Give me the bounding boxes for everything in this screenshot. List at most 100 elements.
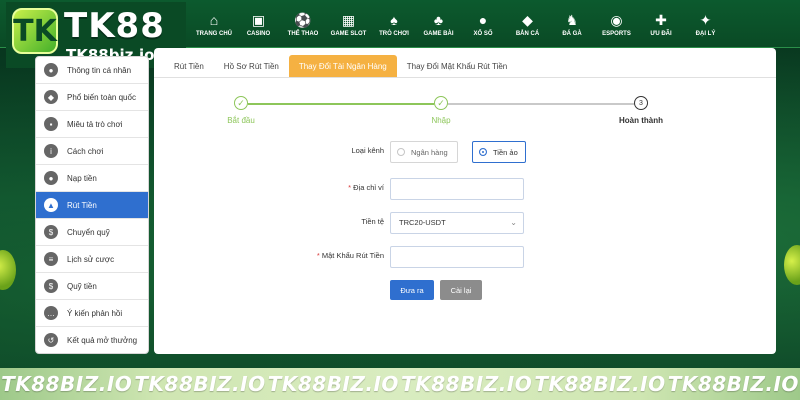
- agent-icon: ✦: [699, 11, 712, 28]
- watermark-text: TK88BIZ.IO: [401, 372, 533, 396]
- gamepad-icon: ◉: [610, 11, 623, 28]
- nav-item[interactable]: ✦ ĐẠI LÝ: [684, 0, 728, 48]
- nav-item-label: THỂ THAO: [287, 30, 319, 37]
- password-row: * Mật Khẩu Rút Tiền: [154, 246, 776, 268]
- sidebar-item[interactable]: ▪ Miêu tả trò chơi: [36, 111, 148, 138]
- option-crypto-label: Tiền ảo: [493, 147, 518, 157]
- diamond-icon: ◆: [44, 90, 58, 104]
- nav-item-label: GAME BÀI: [423, 30, 454, 37]
- nav-item[interactable]: ◉ ESPORTS: [595, 0, 639, 48]
- logo-name: TK88: [64, 6, 165, 46]
- tab[interactable]: Hồ Sơ Rút Tiền: [214, 55, 289, 77]
- sidebar-item-label: Ý kiến phản hồi: [67, 308, 123, 318]
- sidebar-item-label: Phổ biến toàn quốc: [67, 92, 136, 102]
- lottery-icon: ●: [478, 11, 488, 28]
- step-line-1: [248, 103, 434, 105]
- nav-item-label: CASINO: [246, 30, 271, 37]
- sidebar-item[interactable]: $ Chuyển quỹ: [36, 219, 148, 246]
- nav-item-label: ĐẠI LÝ: [695, 30, 716, 37]
- account-type-row: Loại kênh Ngân hàng Tiền ảo: [154, 141, 776, 163]
- sidebar-item[interactable]: … Ý kiến phản hồi: [36, 300, 148, 327]
- sidebar-item[interactable]: ▲ Rút Tiền: [36, 192, 148, 219]
- nav-item[interactable]: ♞ ĐÁ GÀ: [550, 0, 594, 48]
- nav-item-label: GAME SLOT: [330, 30, 367, 37]
- soccer-icon: ⚽: [294, 11, 312, 28]
- step-line-2: [448, 103, 634, 105]
- card-icon: ♠: [390, 11, 398, 28]
- sidebar-item[interactable]: ↺ Kết quả mở thưởng: [36, 327, 148, 353]
- currency-select[interactable]: TRC20-USDT ⌄: [390, 212, 524, 234]
- account-type-label: Loại kênh: [351, 146, 384, 155]
- wallet-address-input[interactable]: [390, 178, 524, 200]
- option-bank[interactable]: Ngân hàng: [390, 141, 458, 163]
- feedback-icon: …: [44, 306, 58, 320]
- casino-icon: ▣: [251, 11, 266, 28]
- dollar-icon: $: [44, 225, 58, 239]
- sidebar-item-label: Chuyển quỹ: [67, 227, 110, 237]
- currency-label: Tiền tệ: [361, 217, 384, 226]
- step-label-start: Bắt đầu: [227, 116, 255, 125]
- nav-item-label: BẮN CÁ: [515, 30, 540, 37]
- step-check-icon-2: ✓: [434, 96, 448, 110]
- history-list-icon: ≡: [44, 252, 58, 266]
- submit-button[interactable]: Đưa ra: [390, 280, 434, 300]
- sidebar-item-label: Lịch sử cược: [67, 254, 115, 264]
- nav-item[interactable]: ● XỔ SỐ: [461, 0, 505, 48]
- radio-icon: [397, 148, 405, 156]
- wallet-label: * Địa chỉ ví: [348, 183, 384, 192]
- sidebar-item[interactable]: ≡ Lịch sử cược: [36, 246, 148, 273]
- required-mark: *: [348, 183, 352, 192]
- sidebar-item[interactable]: ● Nạp tiền: [36, 165, 148, 192]
- option-bank-label: Ngân hàng: [411, 147, 448, 157]
- tab[interactable]: Thay Đổi Tài Ngân Hàng: [288, 55, 397, 77]
- step-number-3: 3: [634, 96, 648, 110]
- nav-item-label: XỔ SỐ: [473, 30, 493, 37]
- account-panel: ● Thông tin cá nhân ◆ Phổ biến toàn quốc ▪ Mi…: [30, 48, 776, 372]
- option-crypto[interactable]: Tiền ảo: [472, 141, 526, 163]
- tab-bar: Rút Tiền Hồ Sơ Rút Tiền Thay Đổi Tài Ngân …: [154, 48, 776, 78]
- sidebar-item[interactable]: ● Thông tin cá nhân: [36, 57, 148, 84]
- nav-item-label: ƯU ĐÃI: [650, 30, 672, 37]
- nav-item-label: ĐÁ GÀ: [562, 30, 582, 37]
- nav-item[interactable]: ▦ GAME SLOT: [326, 0, 372, 48]
- gamepad-icon: ▪: [44, 117, 58, 131]
- nav-item[interactable]: ♠ TRÒ CHƠI: [372, 0, 416, 48]
- sidebar-item[interactable]: i Cách chơi: [36, 138, 148, 165]
- reset-button[interactable]: Cài lại: [440, 280, 482, 300]
- chevron-down-icon: ⌄: [510, 218, 517, 227]
- sidebar-item-label: Quỹ tiền: [67, 281, 97, 291]
- piggy-bank-icon: ●: [44, 171, 58, 185]
- step-label-complete: Hoàn thành: [619, 116, 663, 125]
- withdraw-password-input[interactable]: [390, 246, 524, 268]
- step-check-icon-1: ✓: [234, 96, 248, 110]
- progress-steps: ✓ ✓ 3 Bắt đầu Nhập Hoàn thành: [227, 96, 694, 126]
- user-icon: ●: [44, 63, 58, 77]
- button-row: Đưa ra Cài lại: [154, 280, 776, 302]
- nav-item[interactable]: ⚽ THỂ THAO: [281, 0, 325, 48]
- sidebar-item-label: Cách chơi: [67, 146, 104, 156]
- watermark-text: TK88BIZ.IO: [534, 372, 666, 396]
- nav-item[interactable]: ⌂ TRANG CHỦ: [192, 0, 236, 48]
- password-label: * Mật Khẩu Rút Tiền: [317, 251, 384, 260]
- info-icon: i: [44, 144, 58, 158]
- tab[interactable]: Thay Đổi Mật Khẩu Rút Tiền: [397, 55, 518, 77]
- nav-item[interactable]: ▣ CASINO: [237, 0, 281, 48]
- withdraw-icon: ▲: [44, 198, 58, 212]
- wallet-row: * Địa chỉ ví: [154, 178, 776, 200]
- main-nav: ⌂ TRANG CHỦ ▣ CASINO ⚽ THỂ THAO ▦ GAME SLOT ♠ TRÒ…: [192, 0, 800, 48]
- nav-item[interactable]: ◆ BẮN CÁ: [506, 0, 550, 48]
- watermark-text: TK88BIZ.IO: [267, 372, 399, 396]
- home-icon: ⌂: [209, 11, 219, 28]
- sidebar-item[interactable]: ◆ Phổ biến toàn quốc: [36, 84, 148, 111]
- nav-item[interactable]: ♣ GAME BÀI: [417, 0, 461, 48]
- currency-value: TRC20-USDT: [399, 218, 446, 227]
- sidebar-item[interactable]: $ Quỹ tiền: [36, 273, 148, 300]
- sidebar-item-label: Miêu tả trò chơi: [67, 119, 123, 129]
- nav-item[interactable]: ✚ ƯU ĐÃI: [639, 0, 683, 48]
- password-label-text: Mật Khẩu Rút Tiền: [321, 251, 384, 260]
- sidebar: ● Thông tin cá nhân ◆ Phổ biến toàn quốc ▪ Mi…: [35, 56, 149, 354]
- watermark-strip: TK88BIZ.IO TK88BIZ.IO TK88BIZ.IO TK88BIZ.IO…: [0, 368, 800, 400]
- watermark-text: TK88BIZ.IO: [1, 372, 133, 396]
- gift-icon: ✚: [655, 11, 667, 28]
- tab[interactable]: Rút Tiền: [164, 55, 214, 77]
